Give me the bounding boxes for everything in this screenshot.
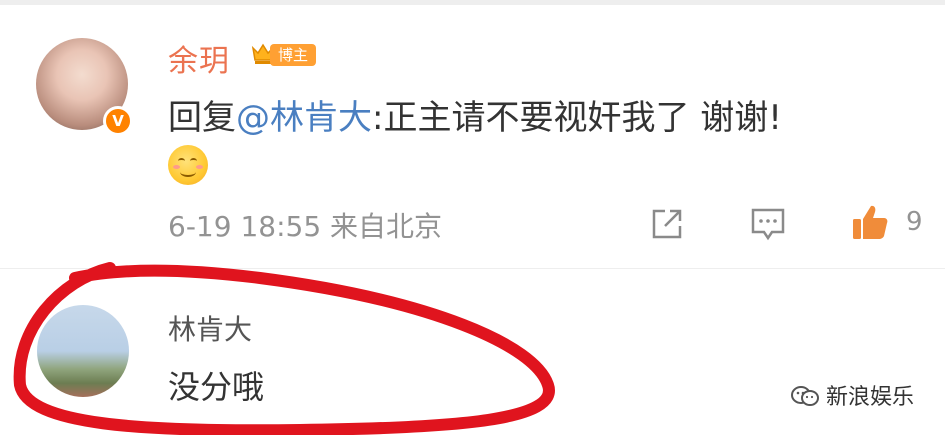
- avatar[interactable]: [37, 305, 129, 397]
- comment-item: V 余玥 博主 回复@林肯大:正主请不要视奸我了 谢谢! 6-19 18:55 …: [0, 0, 945, 270]
- comment-divider: [0, 268, 945, 269]
- comment-body: :正主请不要视奸我了 谢谢!: [372, 98, 782, 138]
- smile-emoji-icon: [168, 145, 208, 185]
- timestamp: 6-19 18:55: [168, 210, 322, 243]
- comment-text: 没分哦: [168, 368, 265, 406]
- mention-link[interactable]: @林肯大: [236, 98, 372, 138]
- like-icon[interactable]: [850, 202, 890, 242]
- verified-badge: V: [103, 106, 133, 136]
- location: 来自北京: [330, 210, 443, 243]
- comment-username[interactable]: 林肯大: [168, 308, 252, 348]
- watermark: 新浪娱乐: [790, 380, 914, 410]
- comment-icon[interactable]: [750, 207, 786, 241]
- reply-prefix: 回复: [168, 98, 236, 138]
- share-icon[interactable]: [650, 207, 684, 241]
- weibo-watermark-icon: [791, 386, 819, 406]
- role-tag: 博主: [270, 44, 317, 66]
- watermark-text: 新浪娱乐: [826, 385, 915, 410]
- comment-meta: 6-19 18:55 来自北京: [168, 205, 442, 245]
- like-count: 9: [906, 207, 923, 237]
- comment-username[interactable]: 余玥: [168, 36, 230, 80]
- comment-text: 回复@林肯大:正主请不要视奸我了 谢谢!: [168, 90, 782, 139]
